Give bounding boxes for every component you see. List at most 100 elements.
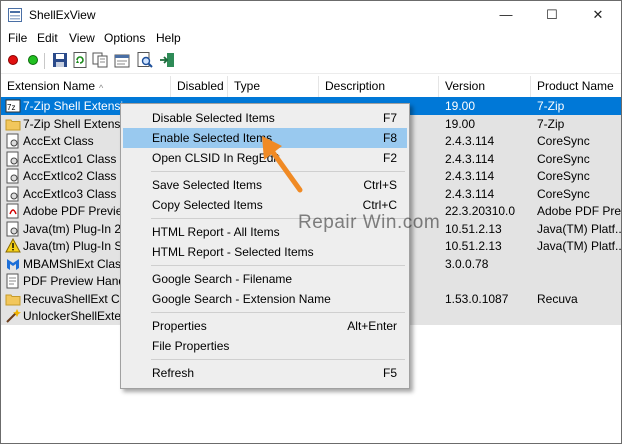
cell-version: 19.00: [445, 99, 476, 113]
menu-view[interactable]: View: [69, 31, 95, 45]
menu-item-shortcut: F8: [382, 131, 397, 145]
cell-version: 3.0.0.78: [445, 256, 489, 271]
properties-icon[interactable]: [113, 51, 131, 69]
gear-icon: [6, 151, 19, 166]
menu-item-shortcut: F7: [382, 111, 397, 125]
menu-options[interactable]: Options: [104, 31, 145, 45]
gear-icon: [6, 186, 19, 201]
menu-item-label: Save Selected Items: [152, 178, 263, 192]
menu-separator: [151, 312, 405, 313]
gear-icon: [6, 221, 19, 236]
menu-item-label: Refresh: [152, 366, 195, 380]
menu-item-file-properties[interactable]: File Properties: [123, 336, 407, 356]
column-version[interactable]: Version: [439, 76, 531, 97]
list-header: Extension Name ^ Disabled Type Descripti…: [1, 76, 621, 98]
column-label: Version: [445, 79, 486, 93]
wand-icon: [6, 309, 21, 323]
exit-icon[interactable]: [158, 51, 176, 69]
cell-product-name: CoreSync: [537, 186, 590, 201]
menu-item-shortcut: Alt+Enter: [347, 319, 397, 333]
pdf-icon: [6, 203, 19, 219]
column-description[interactable]: Description: [319, 76, 439, 97]
red-circle-icon[interactable]: [4, 51, 22, 69]
menu-item-refresh[interactable]: Refresh F5: [123, 363, 407, 383]
menu-item-shortcut: F2: [382, 151, 397, 165]
column-label: Description: [325, 79, 386, 93]
menu-file[interactable]: File: [8, 31, 27, 45]
menu-item-label: HTML Report - All Items: [152, 225, 280, 239]
menu-item-label: HTML Report - Selected Items: [152, 245, 314, 259]
cell-product-name: Java(TM) Platf...: [537, 239, 621, 253]
zip-icon: 7z: [5, 99, 21, 113]
minimize-button[interactable]: —: [483, 1, 529, 29]
menu-item-label: File Properties: [152, 339, 230, 353]
column-label: Extension Name: [7, 79, 96, 93]
menu-item-shortcut: F5: [382, 366, 397, 380]
cell-product-name: Java(TM) Platf...: [537, 221, 621, 236]
cell-product-name: 7-Zip: [537, 99, 565, 113]
menu-item-google-search-filename[interactable]: Google Search - Filename: [123, 269, 407, 289]
copy-icon[interactable]: [91, 51, 109, 69]
cell-version: 2.4.3.114: [445, 134, 495, 148]
cell-product-name: 7-Zip: [537, 116, 565, 131]
menu-help[interactable]: Help: [156, 31, 181, 45]
menu-item-label: Google Search - Extension Name: [152, 292, 331, 306]
close-button[interactable]: ✕: [575, 1, 621, 29]
menu-item-label: Disable Selected Items: [152, 111, 275, 125]
search-icon[interactable]: [136, 51, 154, 69]
main-window: ShellExView — ☐ ✕ File Edit View Options…: [0, 0, 622, 444]
green-circle-icon[interactable]: [24, 51, 42, 69]
cell-version: [445, 272, 531, 290]
cell-product-name: CoreSync: [537, 151, 590, 166]
cell-version: 10.51.2.13: [445, 221, 502, 236]
cell-version: 2.4.3.114: [445, 151, 495, 166]
cell-product-name: Adobe PDF Pre...: [537, 204, 621, 218]
toolbar: [1, 47, 621, 74]
folder-icon: [5, 119, 21, 130]
refresh-icon[interactable]: [71, 51, 89, 69]
column-disabled[interactable]: Disabled: [171, 76, 228, 97]
cell-product-name: Recuva: [537, 291, 578, 306]
column-label: Type: [234, 79, 261, 93]
menu-item-properties[interactable]: Properties Alt+Enter: [123, 316, 407, 336]
cell-version: 1.53.0.1087: [445, 291, 509, 306]
column-type[interactable]: Type: [228, 76, 319, 97]
column-extension-name[interactable]: Extension Name ^: [1, 76, 171, 97]
maximize-button[interactable]: ☐: [529, 1, 575, 29]
folder-icon: [5, 294, 21, 305]
menu-item-label: Google Search - Filename: [152, 272, 293, 286]
menu-separator: [151, 265, 405, 266]
save-icon[interactable]: [51, 51, 69, 69]
sort-ascending-icon: ^: [99, 83, 104, 93]
menu-item-google-search-extension-name[interactable]: Google Search - Extension Name: [123, 289, 407, 309]
cell-version: 22.3.20310.0: [445, 204, 516, 218]
menu-item-shortcut: Ctrl+S: [363, 178, 397, 192]
menu-item-html-report-selected-items[interactable]: HTML Report - Selected Items: [123, 242, 407, 262]
shellexview-app-icon: [8, 8, 22, 22]
cell-product-name: [537, 272, 621, 290]
svg-text:7z: 7z: [7, 103, 15, 112]
menu-edit[interactable]: Edit: [37, 31, 58, 45]
menu-item-label: Properties: [152, 319, 207, 333]
menu-separator: [151, 359, 405, 360]
menu-item-label: Enable Selected Items: [152, 131, 273, 145]
column-product-name[interactable]: Product Name: [531, 76, 621, 97]
gear-icon: [6, 168, 19, 184]
cell-version: 2.4.3.114: [445, 186, 495, 201]
malwarebytes-icon: [7, 258, 19, 270]
gear-icon: [6, 133, 19, 149]
column-label: Product Name: [537, 79, 614, 93]
menu-item-label: Copy Selected Items: [152, 198, 263, 212]
toolbar-separator: [44, 53, 45, 69]
cell-product-name: [537, 307, 621, 325]
window-title: ShellExView: [29, 8, 96, 22]
cell-version: 19.00: [445, 116, 476, 131]
title-bar[interactable]: ShellExView — ☐ ✕: [1, 1, 621, 29]
warning-icon: [5, 238, 21, 253]
cell-version: [445, 307, 531, 325]
cell-product-name: CoreSync: [537, 134, 590, 148]
menu-item-disable-selected-items[interactable]: Disable Selected Items F7: [123, 108, 407, 128]
cell-version: 2.4.3.114: [445, 169, 495, 183]
cell-version: 10.51.2.13: [445, 239, 502, 253]
menu-bar: File Edit View Options Help: [1, 29, 621, 47]
